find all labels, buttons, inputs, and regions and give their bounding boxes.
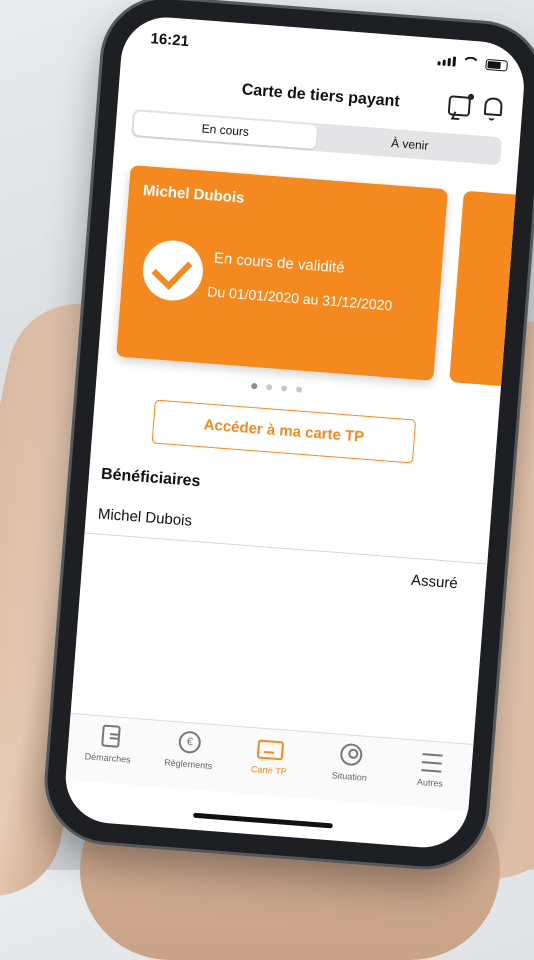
user-icon bbox=[339, 742, 363, 767]
beneficiary-role: Assuré bbox=[410, 571, 459, 593]
tab-reglements[interactable]: € Règlements bbox=[146, 720, 232, 792]
battery-icon bbox=[485, 58, 509, 72]
chat-icon[interactable] bbox=[447, 93, 475, 117]
segment-a-venir[interactable]: À venir bbox=[317, 123, 502, 165]
bell-icon[interactable] bbox=[483, 96, 504, 117]
tab-situation[interactable]: Situation bbox=[307, 733, 393, 805]
menu-icon bbox=[420, 753, 443, 773]
page-dot bbox=[280, 385, 287, 392]
page-dot bbox=[295, 386, 302, 393]
tp-card[interactable]: Michel Dubois En cours de validité Du 01… bbox=[116, 165, 448, 381]
tab-label: Situation bbox=[331, 770, 368, 783]
page-dot bbox=[250, 382, 257, 390]
card-validity-dates: Du 01/01/2020 au 31/12/2020 bbox=[206, 283, 393, 314]
check-icon bbox=[140, 238, 206, 303]
tab-carte-tp[interactable]: Carte TP bbox=[227, 726, 313, 798]
tab-bar: Démarches € Règlements Carte TP Situatio… bbox=[65, 713, 474, 811]
phone: 16:21 Carte de tiers payant En cours À v… bbox=[3, 0, 534, 878]
tab-label: Règlements bbox=[163, 757, 213, 772]
status-time: 16:21 bbox=[149, 30, 190, 51]
beneficiary-name: Michel Dubois bbox=[97, 505, 193, 530]
tab-label: Carte TP bbox=[250, 764, 288, 777]
status-icons bbox=[437, 54, 509, 72]
divider bbox=[84, 532, 488, 565]
document-icon bbox=[101, 724, 121, 748]
card-holder-name: Michel Dubois bbox=[142, 182, 245, 207]
tab-demarches[interactable]: Démarches bbox=[66, 714, 152, 786]
card-icon bbox=[256, 739, 285, 761]
tab-label: Autres bbox=[416, 776, 444, 789]
card-status: En cours de validité bbox=[213, 249, 346, 277]
tab-autres[interactable]: Autres bbox=[388, 739, 474, 811]
screen: 16:21 Carte de tiers payant En cours À v… bbox=[62, 14, 528, 851]
beneficiaries-title: Bénéficiaires bbox=[100, 465, 202, 491]
access-card-button[interactable]: Accéder à ma carte TP bbox=[151, 399, 417, 464]
tab-label: Démarches bbox=[84, 751, 132, 765]
segment-en-cours[interactable]: En cours bbox=[133, 111, 318, 150]
page-dot bbox=[265, 384, 272, 391]
signal-icon bbox=[437, 55, 457, 67]
home-indicator bbox=[192, 812, 333, 829]
euro-refresh-icon: € bbox=[178, 730, 202, 755]
segmented-control: En cours À venir bbox=[131, 109, 503, 166]
wifi-icon bbox=[461, 56, 481, 70]
